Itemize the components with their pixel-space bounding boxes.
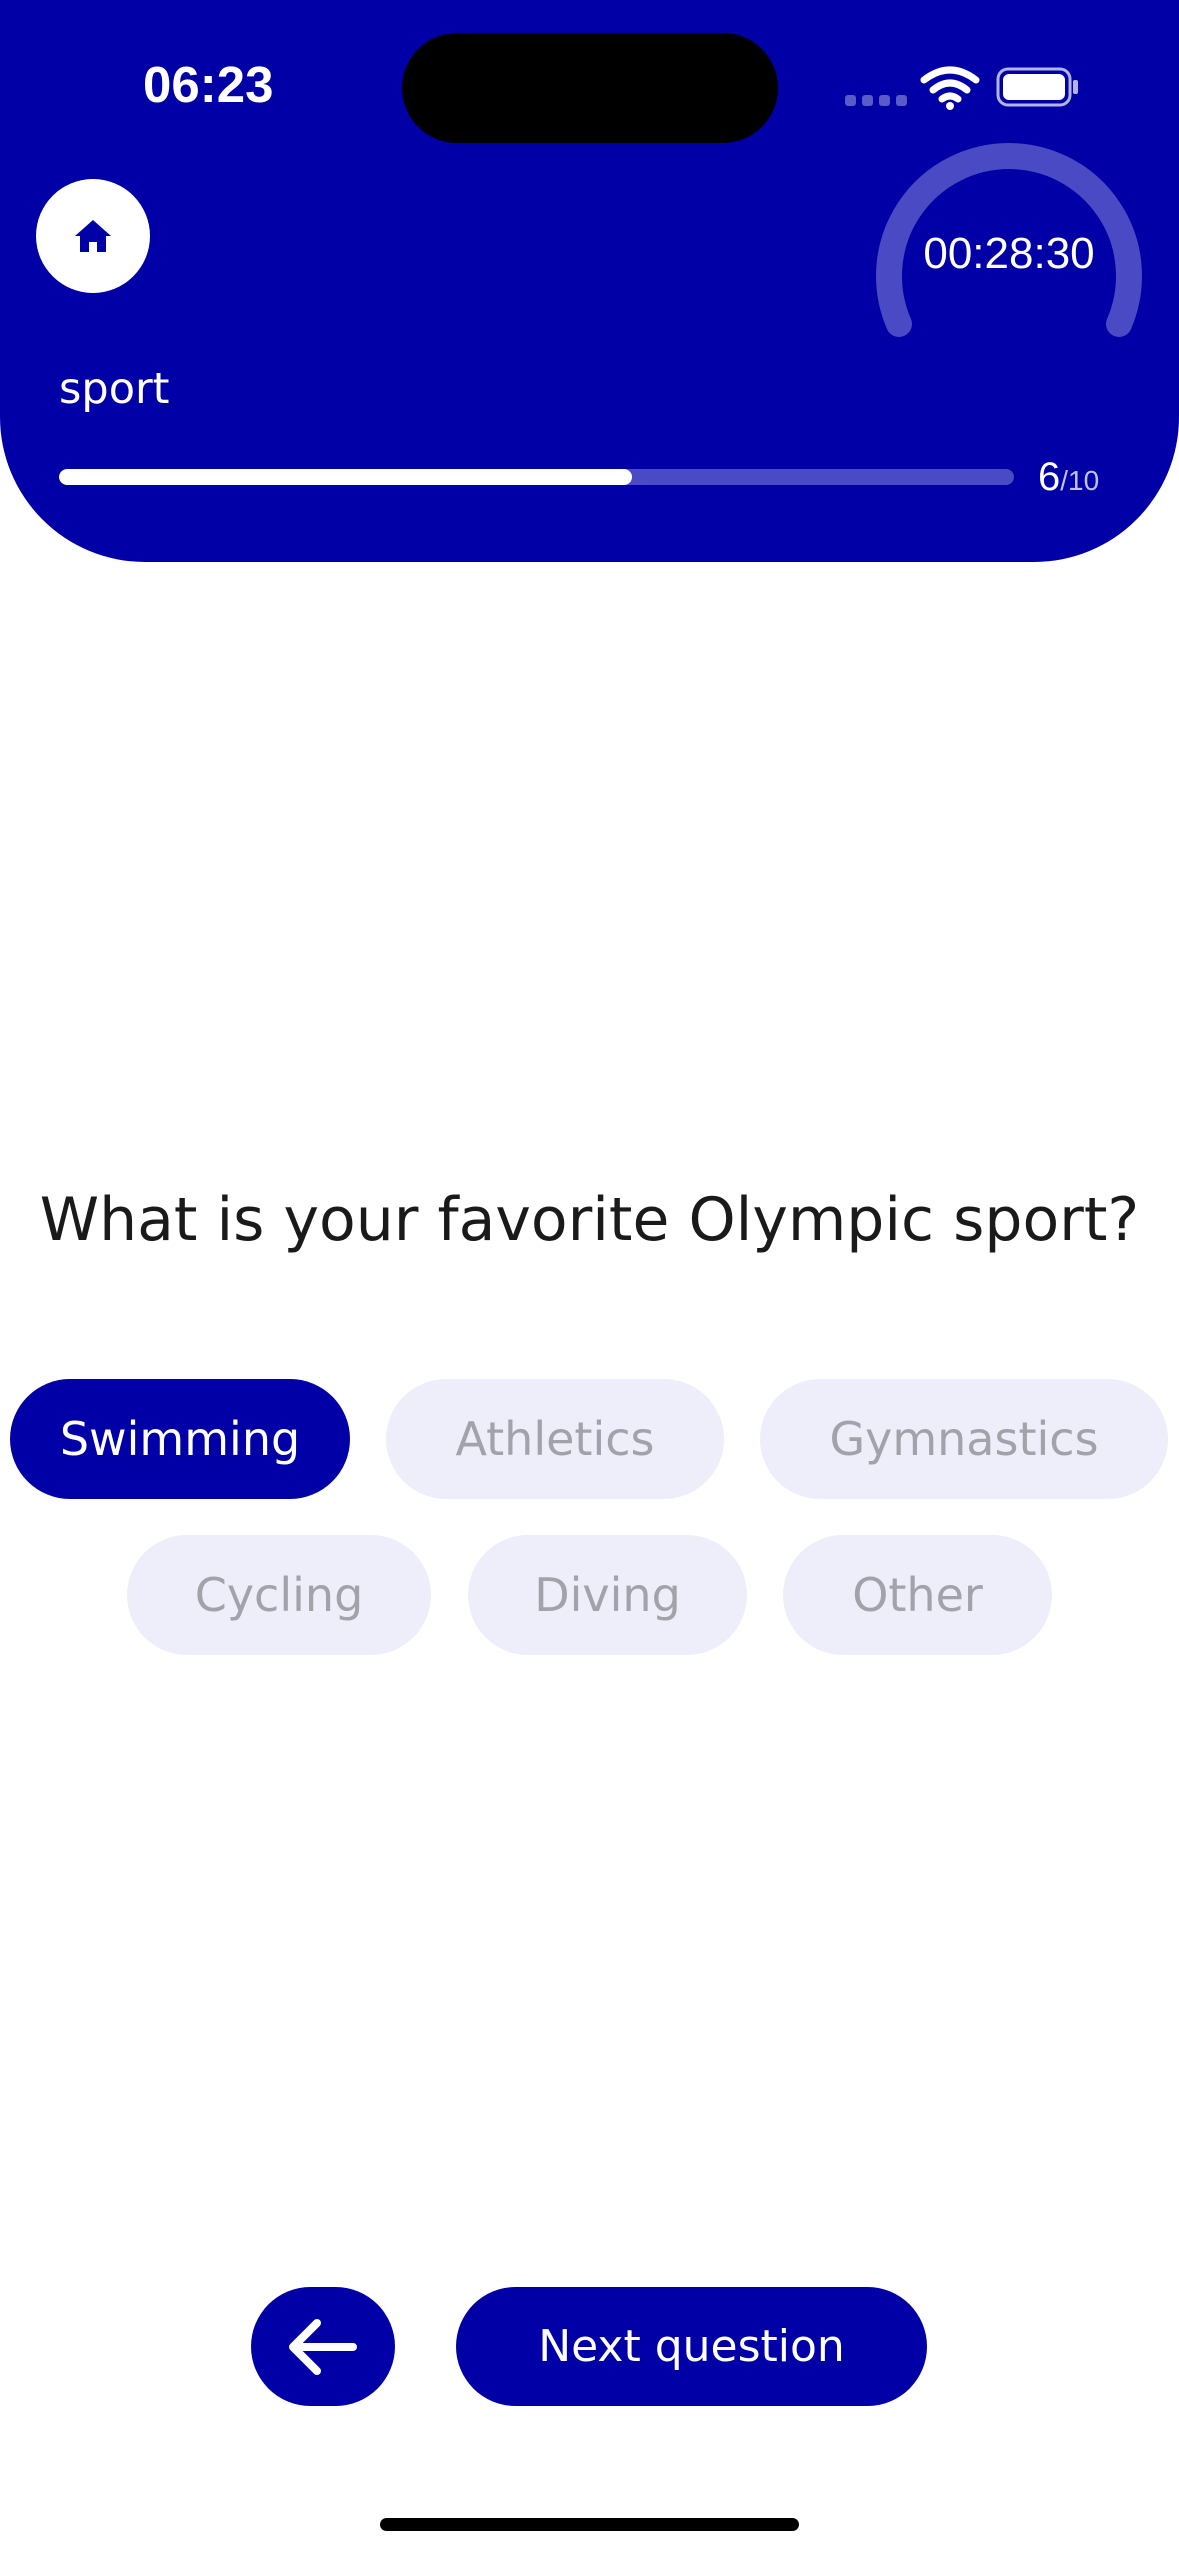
option-label: Diving [534,1568,681,1622]
progress-count: 6/10 [1038,455,1099,500]
home-indicator [380,2518,799,2531]
option-swimming[interactable]: Swimming [10,1379,350,1499]
arrow-left-icon [289,2318,357,2375]
next-question-button[interactable]: Next question [456,2287,927,2406]
option-other[interactable]: Other [783,1535,1052,1655]
option-label: Other [852,1568,983,1622]
timer-text: 00:28:30 [923,229,1095,278]
status-time: 06:23 [143,56,274,113]
next-question-label: Next question [538,2321,845,2372]
option-diving[interactable]: Diving [468,1535,747,1655]
home-button[interactable] [36,179,150,293]
option-athletics[interactable]: Athletics [386,1379,724,1499]
battery-icon [996,67,1078,107]
signal-icon [845,95,907,109]
category-label: sport [59,364,170,414]
option-cycling[interactable]: Cycling [127,1535,431,1655]
quiz-header: 06:23 00:28:30 sport 6/10 [0,0,1179,562]
dynamic-island [402,33,778,143]
question-text: What is your favorite Olympic sport? [39,1185,1140,1255]
option-label: Swimming [59,1412,301,1466]
option-label: Athletics [455,1412,655,1466]
option-label: Gymnastics [829,1412,1099,1466]
option-label: Cycling [194,1568,364,1622]
progress-current: 6 [1038,455,1061,499]
option-gymnastics[interactable]: Gymnastics [760,1379,1168,1499]
progress-bar [59,469,1014,485]
progress-fill [59,469,632,485]
back-button[interactable] [251,2287,395,2406]
home-icon [75,220,111,252]
progress-total: /10 [1060,465,1100,496]
wifi-icon [920,66,980,110]
